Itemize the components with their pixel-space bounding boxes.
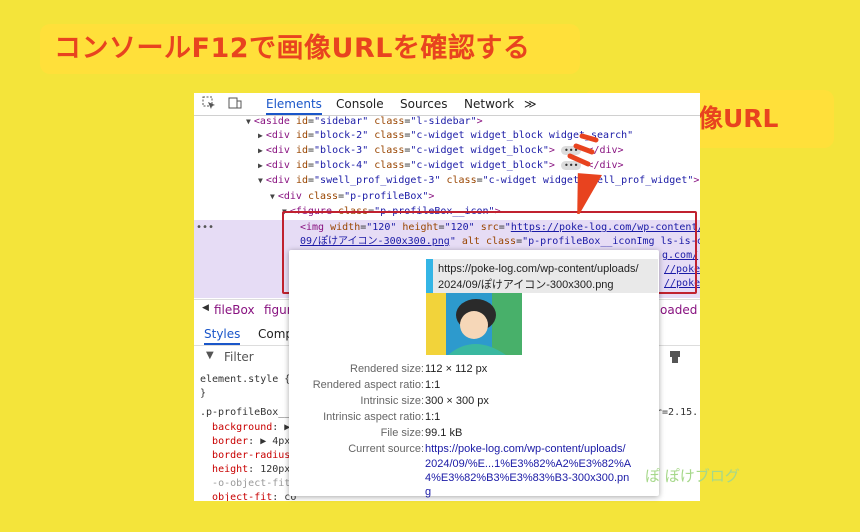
tooltip-source-link[interactable]: 4%E3%82%B3%E3%83%B3-300x300.pn — [425, 471, 629, 486]
tooltip-value: 99.1 kB — [425, 427, 463, 439]
node-menu-icon[interactable]: ••• — [196, 221, 214, 235]
filter-icon: ▼ — [206, 350, 214, 361]
tooltip-label: Intrinsic size: — [360, 395, 424, 407]
tooltip-source-link[interactable]: 2024/09/%E...1%E3%82%A2%E3%82%A — [425, 457, 631, 472]
tooltip-source-link[interactable]: https://poke-log.com/wp-content/uploads/ — [425, 442, 626, 457]
devtools-tabbar: Elements Console Sources Network ≫ — [194, 93, 700, 116]
site-watermark: ぽ ぽけブログ — [645, 467, 740, 485]
css-property[interactable]: background: ▶ — [200, 421, 290, 434]
tooltip-image-url: https://poke-log.com/wp-content/uploads/… — [426, 259, 658, 293]
css-property[interactable]: height: 120px; — [200, 463, 296, 476]
css-property[interactable]: border: ▶ 4px — [200, 435, 290, 448]
css-property[interactable]: object-fit: co — [200, 491, 296, 501]
tooltip-value: 300 × 300 px — [425, 395, 489, 407]
tooltip-url-line: https://poke-log.com/wp-content/uploads/ — [438, 263, 639, 275]
css-property[interactable]: -o-object-fit: — [200, 477, 296, 490]
css-rule[interactable]: element.style { — [200, 373, 290, 386]
print-style-icon[interactable] — [668, 350, 682, 364]
filter-input[interactable]: Filter — [224, 350, 254, 364]
tab-network[interactable]: Network — [464, 97, 514, 111]
css-property[interactable]: border-radius: — [200, 449, 296, 462]
scroll-left-icon[interactable]: ◀ — [202, 303, 209, 313]
tooltip-label: Rendered aspect ratio: — [312, 379, 424, 391]
tooltip-label: Intrinsic aspect ratio: — [323, 411, 424, 423]
tooltip-source-link[interactable]: g — [425, 485, 431, 500]
more-tabs-icon[interactable]: ≫ — [524, 97, 537, 111]
dom-line[interactable]: ▼ <div id="swell_prof_widget-3" class="c-… — [258, 174, 699, 188]
tooltip-value: 1:1 — [425, 411, 441, 423]
avatar-image — [426, 293, 522, 355]
dom-line[interactable]: ▼ <aside id="sidebar" class="l-sidebar"> — [246, 115, 483, 129]
css-rule: } — [200, 388, 207, 399]
tooltip-label: File size: — [380, 427, 424, 439]
tab-sources[interactable]: Sources — [400, 97, 447, 111]
inspect-icon[interactable] — [202, 96, 216, 110]
device-toggle-icon[interactable] — [228, 96, 242, 110]
tooltip-label: Current source: — [348, 443, 424, 455]
dom-line[interactable]: ▼ <div class="p-profileBox"> — [270, 190, 434, 204]
breadcrumb-item[interactable]: figur — [264, 303, 292, 317]
tab-console[interactable]: Console — [336, 97, 384, 111]
tab-elements[interactable]: Elements — [266, 97, 322, 115]
image-preview-tooltip: https://poke-log.com/wp-content/uploads/… — [289, 250, 659, 498]
breadcrumb-item[interactable]: oaded — [660, 303, 697, 317]
tooltip-url-line: 2024/09/ぽけアイコン-300x300.png — [438, 279, 614, 291]
tab-styles[interactable]: Styles — [204, 327, 241, 345]
breadcrumb-item[interactable]: fileBox — [214, 303, 255, 317]
tooltip-value: 1:1 — [425, 379, 441, 391]
tooltip-label: Rendered size: — [350, 363, 424, 375]
tab-computed[interactable]: Comp — [258, 327, 293, 341]
arrow-icon — [567, 133, 602, 214]
title-callout: コンソールF12で画像URLを確認する — [40, 24, 580, 74]
tooltip-value: 112 × 112 px — [425, 363, 488, 375]
